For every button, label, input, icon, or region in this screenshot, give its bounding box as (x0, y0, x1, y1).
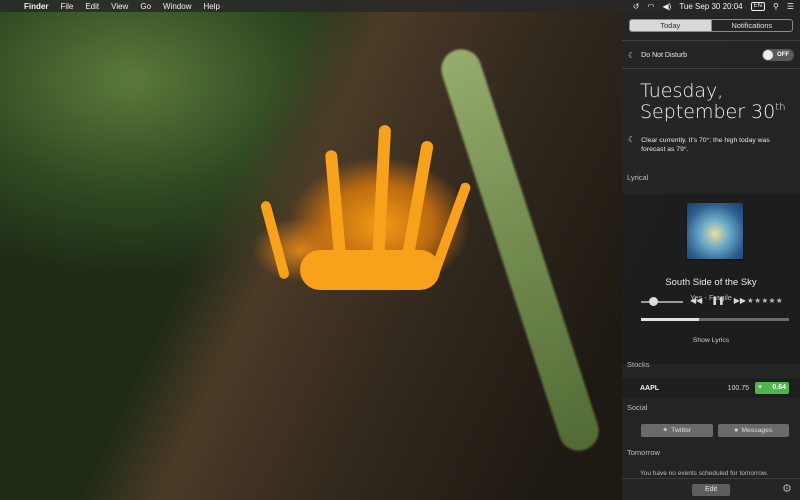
date-month-text: September 30 (640, 101, 776, 123)
notification-center: Today Notifications ☾ Do Not Disturb OFF… (622, 12, 800, 500)
messages-button[interactable]: ● Messages (717, 424, 789, 437)
track-progress-bar[interactable] (641, 318, 789, 321)
list-icon[interactable]: ☰ (787, 2, 794, 11)
twitter-button[interactable]: ✦ Twitter (641, 424, 713, 437)
search-icon[interactable]: ⚲ (773, 2, 779, 11)
do-not-disturb-row: ☾ Do Not Disturb OFF (628, 48, 794, 62)
song-title: South Side of the Sky (665, 277, 757, 288)
wifi-icon[interactable]: ◠ (648, 2, 655, 11)
coral-spike (259, 200, 291, 280)
playback-controls: ◀◀ ❚❚ ▶▶ (690, 296, 746, 305)
track-progress-fill (641, 318, 699, 321)
menu-edit[interactable]: Edit (85, 2, 99, 11)
moon-clear-icon: ☾ (628, 135, 636, 144)
previous-track-button[interactable]: ◀◀ (690, 296, 702, 305)
speech-bubble-icon: ● (734, 427, 739, 434)
divider (622, 40, 800, 41)
tab-notifications[interactable]: Notifications (710, 20, 793, 31)
stock-symbol: AAPL (640, 384, 660, 392)
moss-stem (436, 44, 604, 456)
toggle-state: OFF (777, 52, 789, 58)
toggle-knob (763, 50, 773, 60)
date-month: September 30th (640, 101, 786, 123)
do-not-disturb-label: Do Not Disturb (641, 51, 688, 59)
menu-bar: Finder File Edit View Go Window Help ↺ ◠… (0, 0, 800, 12)
gear-icon[interactable]: ⚙ (782, 482, 792, 495)
section-title-tomorrow: Tomorrow (627, 448, 660, 457)
rating-stars[interactable]: ★★★★★ (747, 296, 783, 305)
menu-clock[interactable]: Tue Sep 30 20:04 (679, 2, 742, 11)
menu-app-finder[interactable]: Finder (24, 2, 48, 11)
stock-price: 100.75 (727, 384, 749, 392)
menu-go[interactable]: Go (140, 2, 151, 11)
weather-summary: ☾ Clear currently. It's 70°; the high to… (628, 135, 794, 154)
stock-change-badge[interactable]: + 0.64 (755, 382, 789, 394)
menu-help[interactable]: Help (203, 2, 219, 11)
notification-center-tabs: Today Notifications (629, 19, 793, 32)
weather-text: Clear currently. It's 70°; the high toda… (641, 137, 770, 153)
album-artwork (687, 203, 743, 259)
input-source-icon[interactable]: EN (750, 1, 765, 11)
do-not-disturb-toggle[interactable]: OFF (762, 49, 794, 61)
menu-view[interactable]: View (111, 2, 128, 11)
menu-file[interactable]: File (60, 2, 73, 11)
divider (622, 68, 800, 69)
time-machine-icon[interactable]: ↺ (633, 2, 640, 11)
tomorrow-events-text: You have no events scheduled for tomorro… (640, 470, 769, 477)
pause-button[interactable]: ❚❚ (711, 296, 724, 305)
notification-center-footer: Edit ⚙ (622, 478, 800, 500)
next-track-button[interactable]: ▶▶ (734, 296, 746, 305)
section-title-stocks: Stocks (627, 360, 650, 369)
date-suffix: th (775, 102, 786, 113)
coral-spike (300, 250, 440, 290)
social-buttons: ✦ Twitter ● Messages (641, 424, 789, 437)
show-lyrics-button[interactable]: Show Lyrics (622, 337, 800, 344)
section-title-social: Social (627, 403, 648, 412)
volume-slider[interactable] (641, 301, 683, 303)
date-day: Tuesday, (640, 80, 724, 102)
moon-icon: ☾ (628, 50, 636, 60)
stock-change-value: 0.64 (772, 384, 786, 391)
edit-button[interactable]: Edit (692, 484, 730, 496)
stock-change-sign: + (758, 384, 763, 391)
tab-today[interactable]: Today (630, 20, 711, 31)
twitter-label: Twitter (671, 427, 692, 434)
stock-row[interactable]: AAPL 100.75 + 0.64 (622, 379, 800, 397)
section-title-lyrical: Lyrical (627, 173, 649, 182)
menu-window[interactable]: Window (163, 2, 191, 11)
messages-label: Messages (741, 427, 773, 434)
twitter-bird-icon: ✦ (662, 427, 669, 434)
volume-icon[interactable]: ◀) (662, 2, 671, 11)
